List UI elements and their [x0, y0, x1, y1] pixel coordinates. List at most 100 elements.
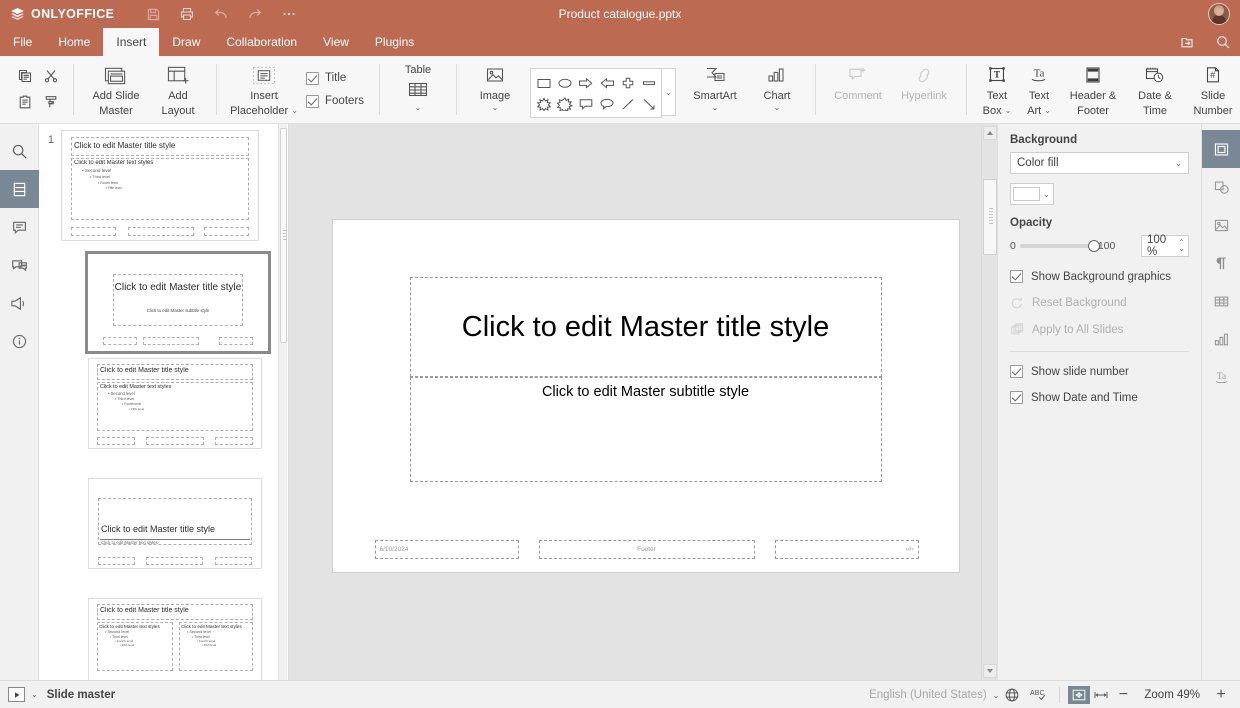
paste-icon[interactable]: [13, 90, 37, 114]
date-placeholder[interactable]: 6/10/2024: [375, 540, 519, 559]
slide-surface[interactable]: Click to edit Master title style Click t…: [333, 220, 959, 572]
tab-file[interactable]: File: [0, 28, 45, 56]
open-file-location-icon[interactable]: [1178, 33, 1196, 51]
show-background-graphics-checkbox[interactable]: Show Background graphics: [1010, 270, 1189, 283]
chevron-down-icon[interactable]: ⌄: [291, 107, 298, 114]
star-burst-shape[interactable]: [533, 93, 554, 114]
thumbnail-item-2[interactable]: Click to edit Master title style Click t…: [85, 251, 271, 354]
sidebar-item-comments[interactable]: [0, 208, 39, 246]
paragraph-settings-icon[interactable]: [1202, 244, 1240, 282]
undo-icon[interactable]: [212, 5, 230, 23]
add-slide-master-button[interactable]: Add Slide Master: [83, 56, 149, 123]
sidebar-item-chat[interactable]: [0, 246, 39, 284]
thumbnails-scrollbar[interactable]: [278, 124, 287, 680]
thumbnail-item-5[interactable]: Click to edit Master title style Click t…: [88, 598, 262, 680]
sidebar-item-feedback[interactable]: [0, 284, 39, 322]
tab-draw[interactable]: Draw: [159, 28, 213, 56]
tab-home[interactable]: Home: [45, 28, 103, 56]
stepper-arrows[interactable]: ⌃⌄: [1178, 240, 1185, 252]
print-icon[interactable]: [178, 5, 196, 23]
search-icon[interactable]: [1214, 33, 1232, 51]
title-placeholder[interactable]: Click to edit Master title style: [410, 277, 882, 377]
chevron-down-icon[interactable]: ⌄: [1005, 107, 1012, 114]
shapes-more-button[interactable]: ⌄: [662, 68, 676, 116]
stepper-down-icon[interactable]: ⌄: [1178, 246, 1185, 252]
slider-knob[interactable]: [1088, 240, 1100, 252]
zoom-in-button[interactable]: +: [1210, 687, 1232, 703]
format-painter-icon[interactable]: [39, 90, 63, 114]
left-arrow-shape[interactable]: [596, 72, 617, 93]
spell-check-icon[interactable]: ABC: [1025, 687, 1051, 703]
set-language-icon[interactable]: [999, 687, 1025, 703]
slide-canvas[interactable]: Click to edit Master title style Click t…: [294, 124, 997, 680]
thumbnails-scrollbar-thumb[interactable]: [280, 128, 287, 343]
table-button[interactable]: ⌄ Table: [389, 56, 447, 123]
document-language-button[interactable]: English (United States) ⌄: [869, 689, 999, 701]
add-layout-button[interactable]: Add Layout: [149, 56, 207, 123]
chevron-down-icon[interactable]: ⌄: [492, 104, 499, 111]
rectangle-shape[interactable]: [533, 72, 554, 93]
chart-settings-icon[interactable]: [1202, 320, 1240, 358]
scroll-up-arrow-icon[interactable]: [983, 126, 997, 140]
fill-type-select[interactable]: Color fill ⌄: [1010, 152, 1189, 174]
arrow-line-shape[interactable]: [638, 93, 659, 114]
fit-slide-button[interactable]: [1068, 686, 1090, 704]
shape-settings-icon[interactable]: [1202, 168, 1240, 206]
header-footer-button[interactable]: Header & Footer: [1060, 56, 1126, 123]
plus-shape[interactable]: [617, 72, 638, 93]
thumbnail-item-3[interactable]: Click to edit Master title style Click t…: [88, 358, 262, 449]
minus-shape[interactable]: [638, 72, 659, 93]
smartart-button[interactable]: SmartArt ⌄: [682, 56, 748, 123]
chevron-down-icon[interactable]: ⌄: [712, 104, 719, 111]
line-shape[interactable]: [617, 93, 638, 114]
star-burst-2-shape[interactable]: [554, 93, 575, 114]
copy-icon[interactable]: [13, 64, 37, 88]
sidebar-item-about[interactable]: [0, 322, 39, 360]
more-icon[interactable]: [280, 5, 298, 23]
tab-view[interactable]: View: [310, 28, 362, 56]
canvas-vertical-scrollbar[interactable]: [981, 124, 997, 680]
slide-settings-icon[interactable]: [1202, 130, 1240, 168]
sidebar-item-search[interactable]: [0, 132, 39, 170]
date-time-button[interactable]: Date & Time: [1126, 56, 1184, 123]
scroll-down-arrow-icon[interactable]: [983, 664, 997, 678]
chevron-down-icon[interactable]: ⌄: [415, 104, 422, 111]
redo-icon[interactable]: [246, 5, 264, 23]
show-date-and-time-checkbox[interactable]: Show Date and Time: [1010, 391, 1189, 404]
canvas-scrollbar-thumb[interactable]: [983, 179, 997, 255]
cut-icon[interactable]: [39, 64, 63, 88]
opacity-stepper[interactable]: 100 % ⌃⌄: [1141, 235, 1189, 257]
textart-settings-icon[interactable]: Ta: [1202, 358, 1240, 396]
user-avatar[interactable]: [1208, 3, 1230, 25]
zoom-out-button[interactable]: −: [1112, 687, 1134, 703]
tab-insert[interactable]: Insert: [103, 28, 159, 56]
rounded-callout-shape[interactable]: [575, 93, 596, 114]
fill-color-picker[interactable]: ⌄: [1010, 183, 1054, 205]
slide-number-button[interactable]: # Slide Number: [1184, 56, 1240, 123]
fit-width-button[interactable]: [1090, 686, 1112, 704]
chevron-down-icon[interactable]: ⌄: [1044, 107, 1051, 114]
opacity-slider[interactable]: 0 100: [1010, 240, 1115, 252]
right-arrow-shape[interactable]: [575, 72, 596, 93]
tab-collaboration[interactable]: Collaboration: [213, 28, 310, 56]
footers-checkbox[interactable]: Footers: [306, 95, 364, 108]
start-slideshow-button[interactable]: [8, 687, 25, 702]
ellipse-shape[interactable]: [554, 72, 575, 93]
slide-number-placeholder[interactable]: ‹#›: [775, 540, 919, 559]
slide-thumbnails-panel[interactable]: 1 Click to edit Master title style Click…: [39, 124, 289, 680]
save-icon[interactable]: [144, 5, 162, 23]
show-slide-number-checkbox[interactable]: Show slide number: [1010, 365, 1189, 378]
table-settings-icon[interactable]: [1202, 282, 1240, 320]
text-art-button[interactable]: Ta Text Art ⌄: [1018, 56, 1060, 123]
subtitle-placeholder[interactable]: Click to edit Master subtitle style: [410, 377, 882, 482]
image-settings-icon[interactable]: [1202, 206, 1240, 244]
thumbnail-item-1[interactable]: Click to edit Master title style Click t…: [61, 130, 259, 251]
chevron-down-icon[interactable]: ⌄: [774, 104, 781, 111]
insert-placeholder-button[interactable]: Insert Placeholder ⌄: [226, 56, 302, 123]
footer-placeholder[interactable]: Footer: [539, 540, 755, 559]
text-box-button[interactable]: T Text Box ⌄: [976, 56, 1018, 123]
title-checkbox[interactable]: Title: [306, 72, 364, 85]
sidebar-item-slides[interactable]: [0, 170, 39, 208]
chart-button[interactable]: Chart ⌄: [748, 56, 806, 123]
slideshow-options-chevron-down-icon[interactable]: ⌄: [25, 690, 47, 699]
